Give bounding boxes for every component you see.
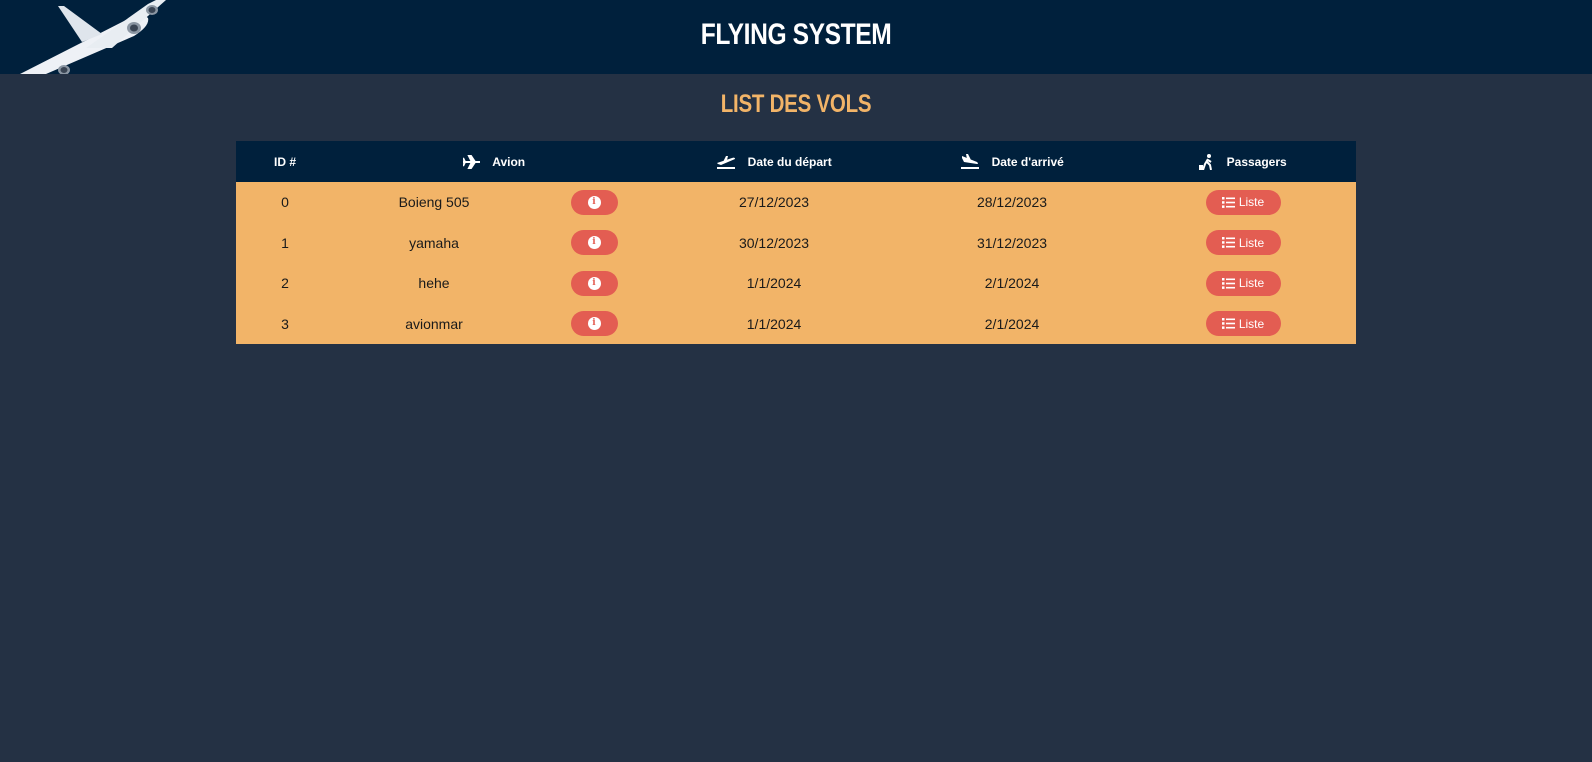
top-header: FLYING SYSTEM [0,0,1592,74]
table-header-row: ID # Avion Date du départ Date d'arrivé … [236,141,1357,182]
avion-info-button[interactable]: i [570,311,618,337]
avion-info-button[interactable]: i [570,270,618,296]
cell-info: i [534,304,654,345]
app-title: FLYING SYSTEM [700,18,892,51]
avion-info-button[interactable]: i [570,189,618,215]
column-header-depart: Date du départ [654,141,894,182]
passengers-list-button[interactable]: Liste [1205,270,1281,296]
column-header-avion-label: Avion [492,154,526,169]
info-circle-icon: i [587,276,601,290]
cell-id: 3 [281,315,289,332]
list-button-label: Liste [1238,195,1265,210]
table-row: 0 Boieng 505 i 27/12/2023 28/12/2023 Lis… [236,182,1357,223]
plane-arrival-icon [961,153,980,169]
column-header-id-label: ID # [273,154,296,169]
cell-passagers: Liste [1130,263,1356,304]
list-icon [1221,196,1235,208]
info-circle-icon: i [587,317,601,331]
info-circle-icon: i [587,195,601,209]
table-row: 3 avionmar i 1/1/2024 2/1/2024 Liste [236,303,1357,345]
column-header-passagers-label: Passagers [1226,154,1287,169]
flights-table-container: ID # Avion Date du départ Date d'arrivé … [236,141,1357,345]
cell-info: i [534,182,654,223]
table-row: 2 hehe i 1/1/2024 2/1/2024 Liste [236,263,1357,304]
list-icon [1221,277,1235,289]
cell-id: 1 [281,234,289,251]
passengers-list-button[interactable]: Liste [1205,189,1281,215]
page-title: LIST DES VOLS [720,90,872,118]
list-button-label: Liste [1238,276,1265,291]
table-row: 1 yamaha i 30/12/2023 31/12/2023 Liste [236,222,1357,264]
cell-avion: Boieng 505 [398,194,470,211]
plane-icon [462,154,480,169]
column-header-avion: Avion [334,141,654,182]
passengers-list-button[interactable]: Liste [1205,230,1281,256]
plane-departure-icon [717,155,736,169]
cell-arrive: 2/1/2024 [984,315,1040,332]
cell-passagers: Liste [1130,223,1356,264]
passengers-list-button[interactable]: Liste [1205,311,1281,337]
list-icon [1221,237,1235,249]
cell-depart: 27/12/2023 [738,194,810,211]
cell-depart: 30/12/2023 [738,234,810,251]
column-header-id: ID # [236,141,334,182]
cell-avion: yamaha [409,234,459,251]
cell-passagers: Liste [1130,182,1356,223]
avion-info-button[interactable]: i [570,230,618,256]
list-button-label: Liste [1238,316,1265,331]
cell-info: i [534,223,654,264]
column-header-arrive-label: Date d'arrivé [991,154,1064,169]
cell-id: 2 [281,275,289,292]
column-header-depart-label: Date du départ [747,154,832,169]
list-icon [1221,318,1235,330]
cell-id: 0 [281,194,289,211]
column-header-passagers: Passagers [1130,141,1356,182]
info-circle-icon: i [587,236,601,250]
cell-passagers: Liste [1130,304,1356,345]
cell-arrive: 28/12/2023 [976,194,1048,211]
cell-arrive: 31/12/2023 [976,234,1048,251]
cell-avion: avionmar [405,315,463,332]
cell-depart: 1/1/2024 [746,315,802,332]
cell-depart: 1/1/2024 [746,275,802,292]
person-luggage-icon [1199,153,1213,170]
list-button-label: Liste [1238,235,1265,250]
column-header-arrive: Date d'arrivé [894,141,1130,182]
cell-info: i [534,263,654,304]
cell-arrive: 2/1/2024 [984,275,1040,292]
cell-avion: hehe [418,275,450,292]
flights-table: ID # Avion Date du départ Date d'arrivé … [236,141,1357,345]
